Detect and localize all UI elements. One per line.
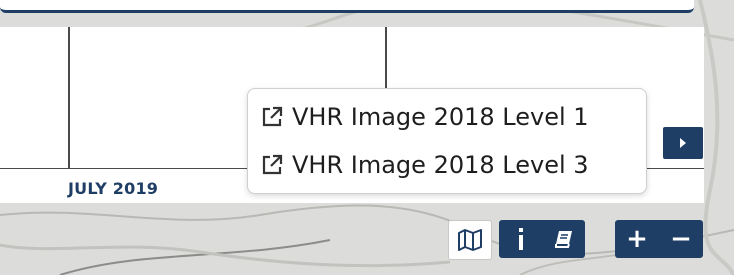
zoom-in-icon: +	[626, 224, 648, 254]
map-icon	[458, 229, 482, 251]
external-link-icon	[262, 106, 283, 127]
layer-link-popup: VHR Image 2018 Level 1 VHR Image 2018 Le…	[247, 88, 647, 194]
zoom-out-icon: −	[670, 224, 692, 254]
popup-item-vhr-2018-level-1[interactable]: VHR Image 2018 Level 1	[260, 100, 589, 134]
popup-item-label: VHR Image 2018 Level 1	[292, 103, 589, 131]
popup-item-vhr-2018-level-3[interactable]: VHR Image 2018 Level 3	[260, 148, 589, 182]
info-legend-group	[499, 220, 585, 258]
timeline-next-button[interactable]	[663, 127, 703, 159]
book-icon	[554, 231, 572, 248]
zoom-in-button[interactable]: +	[615, 220, 659, 258]
legend-button[interactable]	[542, 220, 585, 258]
info-icon	[518, 228, 523, 250]
popup-item-label: VHR Image 2018 Level 3	[292, 151, 589, 179]
zoom-out-button[interactable]: −	[659, 220, 703, 258]
info-button[interactable]	[499, 220, 542, 258]
external-link-icon	[262, 154, 283, 175]
timeline-tick	[68, 27, 70, 169]
zoom-controls: + −	[615, 220, 703, 258]
top-header-bar	[0, 0, 694, 13]
timeline-label-july-2019: JULY 2019	[68, 179, 159, 198]
chevron-right-icon	[680, 138, 686, 148]
map-view-button[interactable]	[448, 220, 492, 260]
